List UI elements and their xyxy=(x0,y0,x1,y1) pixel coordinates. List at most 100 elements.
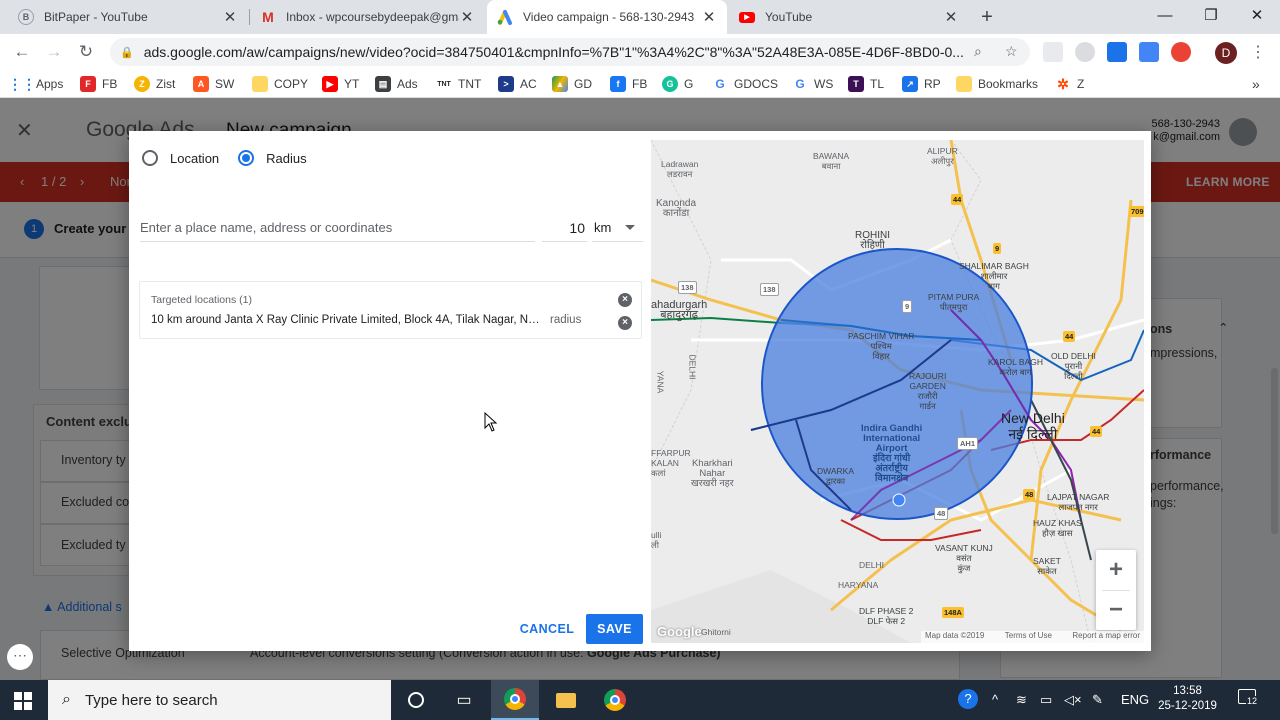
location-radio[interactable] xyxy=(142,150,158,166)
radius-value-input[interactable] xyxy=(542,214,587,242)
location-radio-label[interactable]: Location xyxy=(170,151,219,166)
battery-icon[interactable]: ▭ xyxy=(1040,692,1052,708)
chrome-taskbar-icon[interactable] xyxy=(491,680,539,720)
map-label: LAJPAT NAGAR लाजपत नगर xyxy=(1047,492,1110,512)
show-hidden-icons[interactable]: ^ xyxy=(992,692,998,707)
bitpaper-icon: B xyxy=(18,9,34,25)
zoom-out-button[interactable]: − xyxy=(1096,590,1136,630)
window-close-icon[interactable]: ✕ xyxy=(1234,0,1280,32)
bookmark-gd[interactable]: ▲ GD xyxy=(552,76,592,92)
extension-block-icon[interactable] xyxy=(1171,42,1191,62)
windows-start-icon[interactable] xyxy=(14,692,32,710)
clock-time: 13:58 xyxy=(1173,685,1202,697)
bookmark-fb2[interactable]: f FB xyxy=(610,76,647,92)
new-tab-button[interactable]: + xyxy=(977,6,997,28)
volume-icon[interactable]: ◁× xyxy=(1064,692,1082,708)
place-search-input[interactable] xyxy=(140,214,535,242)
location-map[interactable]: Ladrawan लडरावन BAWANA बवाना ALIPUR अलीपुर … xyxy=(651,140,1144,643)
bookmark-ws[interactable]: G WS xyxy=(792,76,833,92)
map-label-airport: Indira Gandhi International Airport इंदिरा … xyxy=(861,423,923,484)
bookmark-rp[interactable]: ↗ RP xyxy=(902,76,941,92)
extension-sync-icon[interactable] xyxy=(1107,42,1127,62)
tab-youtube[interactable]: ▶ YouTube ✕ xyxy=(729,0,969,34)
lock-icon: 🔒 xyxy=(120,46,134,59)
chat-bubble-icon[interactable]: ⋯ xyxy=(7,644,33,670)
task-view-icon[interactable]: ▭ xyxy=(440,680,488,720)
map-label: DELHI xyxy=(687,354,698,380)
map-label: ALIPUR अलीपुर xyxy=(927,146,958,166)
bookmark-zist[interactable]: Z Zist xyxy=(134,76,175,92)
bookmark-label: FB xyxy=(102,77,118,91)
close-icon[interactable]: ✕ xyxy=(943,8,959,26)
zoom-search-icon[interactable]: ⌕ xyxy=(974,43,982,60)
bookmark-star-icon[interactable]: ☆ xyxy=(1005,43,1018,60)
cancel-button[interactable]: CANCEL xyxy=(516,614,578,644)
bookmark-g[interactable]: GG xyxy=(662,76,693,92)
reload-icon[interactable]: ↻ xyxy=(74,40,98,64)
language-indicator[interactable]: ENG xyxy=(1121,692,1149,707)
close-icon[interactable]: ✕ xyxy=(222,8,238,26)
bookmark-bookmarks-folder[interactable]: Bookmarks xyxy=(956,76,1038,92)
help-icon[interactable]: ? xyxy=(958,689,978,709)
bookmark-apps[interactable]: ⋮⋮ Apps xyxy=(8,75,64,92)
notifications-icon[interactable]: 12 xyxy=(1238,689,1259,707)
profile-avatar[interactable]: D xyxy=(1215,42,1237,64)
bookmark-fb[interactable]: F FB xyxy=(80,76,117,92)
map-label: SAKET साकेत xyxy=(1033,556,1061,576)
map-base-layer xyxy=(651,140,1144,643)
bookmark-copy[interactable]: COPY xyxy=(252,76,308,92)
close-icon[interactable]: ✕ xyxy=(459,8,475,26)
extension-screen-icon[interactable] xyxy=(1139,42,1159,62)
apps-grid-icon: ⋮⋮ xyxy=(8,75,36,92)
address-bar[interactable]: 🔒 ads.google.com/aw/campaigns/new/video?… xyxy=(110,38,1030,66)
forward-icon[interactable]: → xyxy=(42,40,66,64)
tab-title: BitPaper - YouTube xyxy=(44,10,148,24)
radius-radio[interactable] xyxy=(238,150,255,166)
remove-location-icon[interactable]: × xyxy=(618,316,632,330)
restore-icon[interactable]: ❐ xyxy=(1188,0,1234,32)
bookmark-tl[interactable]: T TL xyxy=(848,76,884,92)
bookmark-z[interactable]: ✲ Z xyxy=(1055,76,1084,92)
chrome-menu-icon[interactable]: ⋮ xyxy=(1250,42,1266,62)
facebook-icon: f xyxy=(610,76,626,92)
extension-shield-icon[interactable] xyxy=(1075,42,1095,62)
page-scrollbar[interactable] xyxy=(1271,368,1278,534)
file-explorer-icon[interactable] xyxy=(542,680,590,720)
report-map-error-link[interactable]: Report a map error xyxy=(1072,631,1140,643)
bookmark-yt[interactable]: ▶ YT xyxy=(322,76,359,92)
bookmark-label: Apps xyxy=(36,77,64,91)
save-button[interactable]: SAVE xyxy=(586,614,643,644)
radius-unit-select[interactable]: km xyxy=(592,214,643,242)
bookmark-ac[interactable]: > AC xyxy=(498,76,537,92)
bookmark-ads[interactable]: ▤ Ads xyxy=(375,76,418,92)
system-clock[interactable]: 13:58 25-12-2019 xyxy=(1155,684,1220,714)
bookmark-gdocs[interactable]: G GDOCS xyxy=(712,76,778,92)
radius-radio-label[interactable]: Radius xyxy=(266,151,306,166)
ads-icon: ▤ xyxy=(375,76,391,92)
clear-all-icon[interactable]: × xyxy=(618,293,632,307)
tab-gmail[interactable]: M Inbox - wpcoursebydeepak@gmail.com ✕ xyxy=(250,0,485,34)
bookmark-tnt[interactable]: TNT TNT xyxy=(436,76,481,92)
minimize-icon[interactable]: — xyxy=(1142,0,1188,32)
back-icon[interactable]: ← xyxy=(10,40,34,64)
tab-strip: B BitPaper - YouTube ✕ M Inbox - wpcours… xyxy=(0,0,1280,34)
map-data-credit: Map data ©2019 xyxy=(925,631,985,640)
taskbar-search-placeholder: Type here to search xyxy=(84,691,218,709)
chrome-taskbar-icon-2[interactable] xyxy=(591,680,639,720)
bookmark-label: GDOCS xyxy=(734,77,779,91)
dropdown-caret-icon xyxy=(625,225,636,230)
terms-link[interactable]: Terms of Use xyxy=(1005,631,1052,643)
extension-code-icon[interactable] xyxy=(1043,42,1063,62)
tab-bitpaper[interactable]: B BitPaper - YouTube ✕ xyxy=(8,0,248,34)
taskbar-search[interactable]: ⌕ Type here to search xyxy=(48,680,391,720)
bookmark-sw[interactable]: A SW xyxy=(193,76,234,92)
close-icon[interactable]: ✕ xyxy=(701,8,717,26)
pen-icon[interactable]: ✎ xyxy=(1092,692,1103,708)
wifi-icon[interactable]: ≋ xyxy=(1016,692,1027,708)
map-label: ROHINI रोहिणी xyxy=(855,230,890,251)
more-bookmarks-icon[interactable]: » xyxy=(1252,76,1260,92)
cortana-icon[interactable] xyxy=(392,680,440,720)
tab-video-campaign[interactable]: Video campaign - 568-130-2943 ✕ xyxy=(487,0,727,34)
zoom-in-button[interactable]: + xyxy=(1096,550,1136,590)
highway-shield: 148A xyxy=(942,607,964,618)
